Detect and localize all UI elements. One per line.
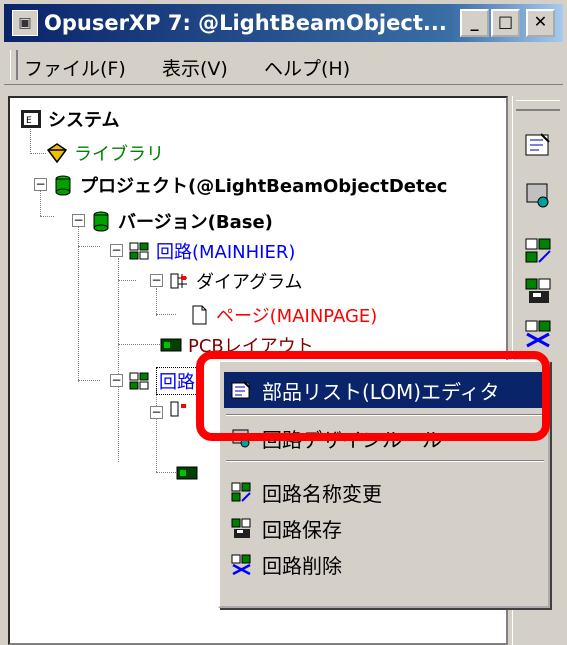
title-bar[interactable]: ▣ OpuserXP 7: @LightBeamObject... _ □ ✕: [4, 4, 563, 42]
lom-editor-icon: [230, 379, 252, 401]
tree-node-version[interactable]: バージョン(Base): [90, 206, 273, 236]
expander-circuit-2[interactable]: −: [110, 374, 123, 387]
window-title: OpuserXP 7: @LightBeamObject...: [44, 11, 447, 35]
menu-help[interactable]: ヘルプ(H): [264, 54, 350, 81]
design-rule-icon[interactable]: [523, 180, 553, 210]
pcb-icon: [160, 334, 182, 356]
app-icon[interactable]: ▣: [12, 10, 38, 36]
page-icon: [188, 304, 210, 326]
library-icon: [46, 142, 68, 164]
tree-node-pcb-layout[interactable]: PCBレイアウト: [160, 330, 314, 360]
tree-node-system[interactable]: E システム: [20, 104, 119, 134]
tree-node-diagram[interactable]: ダイアグラム: [168, 266, 303, 296]
delete-circuit-icon: [230, 553, 252, 576]
maximize-button[interactable]: □: [491, 9, 520, 37]
close-button[interactable]: ✕: [526, 9, 555, 37]
rename-circuit-icon[interactable]: [523, 236, 553, 266]
app-window: ▣ OpuserXP 7: @LightBeamObject... _ □ ✕ …: [0, 0, 567, 645]
menu-item-design-rule[interactable]: 回路デザインルール: [224, 420, 546, 456]
menu-item-delete-circuit[interactable]: 回路削除: [224, 546, 546, 582]
minimize-button[interactable]: _: [460, 9, 489, 37]
expander-circuit-mainhier[interactable]: −: [110, 244, 123, 257]
toolbar-grip[interactable]: [516, 100, 560, 111]
database-icon: [90, 210, 112, 232]
tree-node-library[interactable]: ライブラリ: [46, 138, 164, 168]
menu-item-lom-editor[interactable]: 部品リスト(LOM)エディタ: [224, 372, 546, 408]
menu-view[interactable]: 表示(V): [162, 54, 228, 81]
menu-bar: ファイル(F) 表示(V) ヘルプ(H): [4, 46, 563, 85]
design-rule-icon: [230, 427, 252, 449]
tree-node-circuit-mainhier[interactable]: 回路(MAINHIER): [128, 236, 295, 266]
tree-node-circuit-2[interactable]: 回路: [128, 366, 198, 396]
database-icon: [52, 174, 74, 196]
circuit-icon: [128, 240, 150, 262]
context-menu: 部品リスト(LOM)エディタ 回路デザインルール 回路名称変更 回路保存 回路削…: [218, 360, 550, 608]
svg-text:E: E: [26, 116, 32, 126]
menu-file[interactable]: ファイル(F): [24, 54, 126, 81]
menu-item-save-circuit[interactable]: 回路保存: [224, 510, 546, 546]
diagram-icon: [168, 270, 190, 292]
save-circuit-icon[interactable]: [523, 276, 553, 306]
pcb-icon: [176, 462, 198, 484]
circuit-icon: [128, 370, 150, 392]
diagram-icon: [168, 398, 190, 420]
rename-circuit-icon: [230, 481, 252, 503]
expander-diagram-2[interactable]: −: [150, 406, 163, 419]
menubar-grip[interactable]: [10, 50, 18, 80]
expander-diagram[interactable]: −: [150, 274, 163, 287]
lom-editor-icon[interactable]: [523, 130, 553, 160]
expander-project[interactable]: −: [34, 178, 47, 191]
save-circuit-icon: [230, 517, 252, 539]
expander-version[interactable]: −: [72, 214, 85, 227]
delete-circuit-icon[interactable]: [523, 318, 553, 348]
system-icon: E: [20, 108, 42, 130]
tree-node-page[interactable]: ページ(MAINPAGE): [188, 300, 377, 330]
menu-item-rename-circuit[interactable]: 回路名称変更: [224, 474, 546, 510]
tree-node-project[interactable]: プロジェクト(@LightBeamObjectDetec: [52, 170, 447, 200]
